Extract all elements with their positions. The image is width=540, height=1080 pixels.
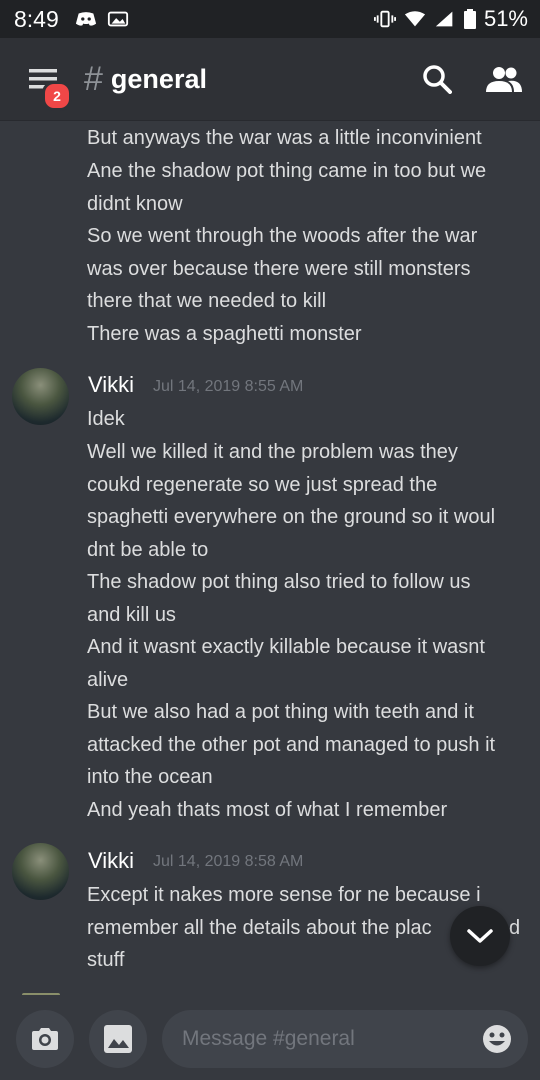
avatar[interactable]: [12, 368, 69, 425]
scroll-to-bottom-button[interactable]: [450, 906, 510, 966]
author-name[interactable]: Vikki: [88, 372, 134, 398]
message-line: Idek: [87, 408, 125, 430]
notification-badge: 2: [42, 81, 72, 111]
message-timestamp: Jul 14, 2019 8:58 AM: [153, 853, 304, 870]
message-line: Ane the shadow pot thing came in too but…: [87, 160, 487, 182]
status-time: 8:49: [14, 5, 59, 32]
message-line: was over because there were still monste…: [87, 258, 471, 280]
message-line: spaghetti everywhere on the ground so it…: [87, 506, 496, 528]
status-bar: 8:49 51%: [0, 0, 540, 38]
camera-button[interactable]: [16, 1010, 74, 1068]
message-line: there that we needed to kill: [87, 290, 327, 312]
emoji-icon[interactable]: [482, 1024, 512, 1054]
chevron-down-icon: [467, 929, 493, 943]
wifi-icon: [404, 11, 426, 27]
photo-notification-icon: [107, 11, 128, 27]
message-line: stuff: [87, 949, 125, 971]
members-icon[interactable]: [486, 66, 522, 92]
battery-icon: [463, 9, 476, 29]
message-list[interactable]: But anyways the war was a little inconvi…: [0, 120, 540, 995]
message-line-fragment: d: [509, 917, 521, 939]
message-line: coukd regenerate so we just spread the: [87, 474, 438, 496]
discord-notification-icon: [75, 12, 96, 26]
message-line: and kill us: [87, 604, 176, 626]
search-icon[interactable]: [422, 64, 452, 94]
channel-title[interactable]: general: [111, 64, 207, 95]
author-name[interactable]: Vikki: [88, 848, 134, 874]
message-line: And yeah thats most of what I remember: [87, 799, 448, 821]
message-input[interactable]: [180, 1026, 454, 1052]
message-input-container[interactable]: [162, 1010, 528, 1068]
camera-icon: [32, 1028, 58, 1050]
battery-percent: 51%: [483, 6, 528, 31]
avatar[interactable]: [12, 843, 69, 900]
signal-icon: [435, 11, 453, 27]
message-line: So we went through the woods after the w…: [87, 225, 478, 247]
menu-button[interactable]: 2: [24, 59, 72, 111]
message-line: There was a spaghetti monster: [87, 323, 362, 345]
message-line: dnt be able to: [87, 539, 209, 561]
message-line: Except it nakes more sense for ne becaus…: [87, 884, 481, 906]
message-line: Well we killed it and the problem was th…: [87, 441, 458, 463]
message-timestamp: Jul 14, 2019 8:55 AM: [153, 378, 304, 395]
message-line: into the ocean: [87, 766, 213, 788]
vibrate-icon: [373, 10, 396, 28]
message-line: alive: [87, 669, 129, 691]
message-line: attacked the other pot and managed to pu…: [87, 734, 496, 756]
message-composer: [0, 995, 540, 1080]
message-line: And it wasnt exactly killable because it…: [87, 636, 485, 658]
message-line: remember all the details about the plac: [87, 917, 432, 939]
image-button[interactable]: [89, 1010, 147, 1068]
channel-hash-icon: #: [84, 60, 103, 98]
message-line: didnt know: [87, 193, 183, 215]
message-line: But anyways the war was a little inconvi…: [87, 127, 482, 149]
message-line: The shadow pot thing also tried to follo…: [87, 571, 471, 593]
channel-header: 2 # general: [0, 38, 540, 120]
message-line: But we also had a pot thing with teeth a…: [87, 701, 474, 723]
image-icon: [104, 1025, 132, 1053]
